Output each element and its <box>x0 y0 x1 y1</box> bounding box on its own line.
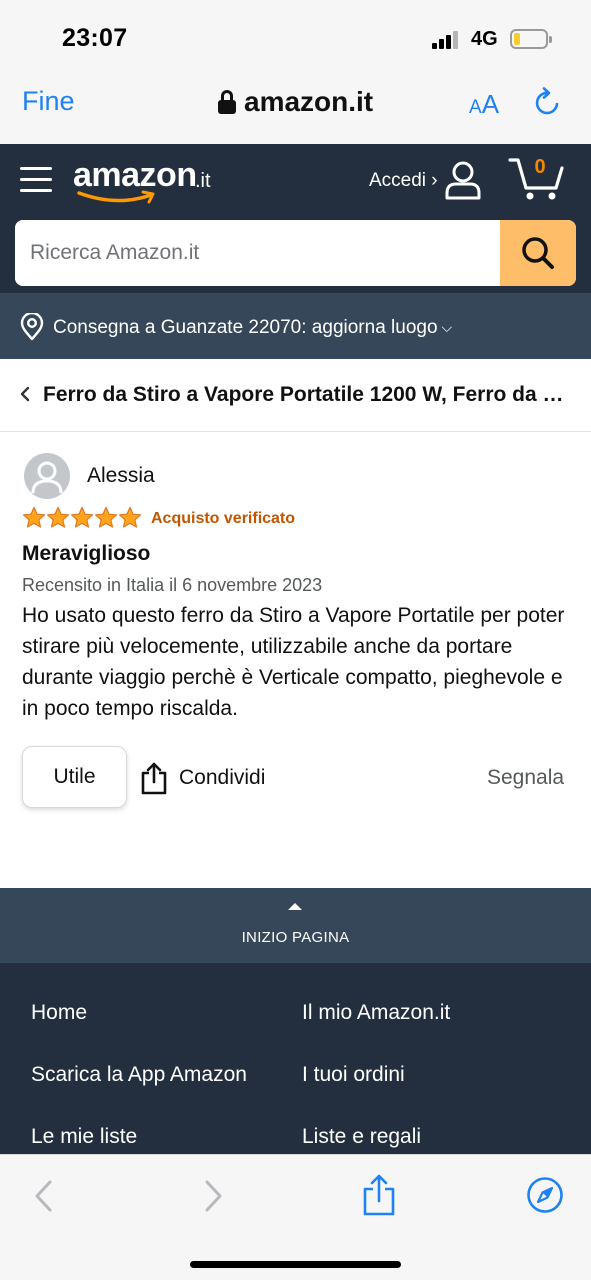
delivery-label: Consegna a Guanzate 22070: aggiorna luog… <box>53 317 438 338</box>
review-title: Meraviglioso <box>22 542 151 565</box>
reviewer-name: Alessia <box>87 464 155 487</box>
delivery-location-bar[interactable]: Consegna a Guanzate 22070: aggiorna luog… <box>0 293 591 359</box>
helpful-button[interactable]: Utile <box>22 746 127 808</box>
search-icon <box>522 237 554 269</box>
search-bar <box>15 220 576 286</box>
share-icon[interactable] <box>361 1173 397 1217</box>
avatar <box>24 453 70 499</box>
footer-link-home[interactable]: Home <box>31 1001 87 1025</box>
star-rating <box>22 506 144 532</box>
text-size-button[interactable]: AA <box>469 89 499 120</box>
url-bar[interactable]: amazon.it <box>218 85 373 119</box>
footer-link-app[interactable]: Scarica la App Amazon <box>31 1063 247 1087</box>
done-button[interactable]: Fine <box>22 86 75 117</box>
compass-icon[interactable] <box>526 1176 564 1214</box>
lock-icon <box>218 90 236 114</box>
battery-icon <box>510 29 552 49</box>
star-icon <box>95 506 117 528</box>
text-size-large-glyph: A <box>481 89 500 119</box>
back-to-top-label: INIZIO PAGINA <box>241 929 350 946</box>
chevron-down-icon: ⌵ <box>441 319 453 335</box>
product-breadcrumb[interactable]: Ferro da Stiro a Vapore Portatile 1200 W… <box>0 359 591 432</box>
footer-link-orders[interactable]: I tuoi ordini <box>302 1063 405 1087</box>
text-size-small-glyph: A <box>469 97 482 118</box>
signin-link[interactable]: Accedi › <box>369 170 438 192</box>
review-date: Recensito in Italia il 6 novembre 2023 <box>22 575 323 595</box>
star-icon <box>119 506 141 528</box>
chevron-left-icon <box>20 386 30 402</box>
network-label: 4G <box>471 28 498 50</box>
default-avatar-icon <box>31 461 63 494</box>
menu-icon[interactable] <box>20 164 52 194</box>
footer-link-my-amazon[interactable]: Il mio Amazon.it <box>302 1001 450 1025</box>
share-icon <box>141 762 167 795</box>
user-icon[interactable] <box>444 160 482 200</box>
search-input[interactable] <box>15 220 500 286</box>
logo-smile-icon <box>77 190 155 204</box>
back-to-top[interactable]: INIZIO PAGINA <box>0 888 591 963</box>
star-icon <box>23 506 45 528</box>
share-label: Condividi <box>179 766 266 789</box>
location-pin-icon <box>20 313 44 341</box>
status-time: 23:07 <box>62 24 128 52</box>
signal-icon <box>432 31 462 49</box>
logo-tld: .it <box>195 170 211 192</box>
footer-links: Home Il mio Amazon.it Scarica la App Ama… <box>0 963 591 1163</box>
delivery-text: Consegna a Guanzate 22070: aggiorna luog… <box>53 317 452 339</box>
reload-icon[interactable] <box>533 87 563 117</box>
footer-link-registry[interactable]: Liste e regali <box>302 1125 421 1149</box>
home-indicator <box>190 1261 401 1268</box>
amazon-logo[interactable]: amazon .it <box>73 156 223 206</box>
cart-count: 0 <box>534 156 546 178</box>
star-icon <box>47 506 69 528</box>
review-body: Ho usato questo ferro da Stiro a Vapore … <box>22 604 565 720</box>
search-button[interactable] <box>500 220 576 286</box>
product-title: Ferro da Stiro a Vapore Portatile 1200 W… <box>43 383 573 406</box>
verified-purchase-badge[interactable]: Acquisto verificato <box>151 510 295 528</box>
forward-arrow-icon[interactable] <box>203 1179 225 1213</box>
safari-bottom-toolbar <box>0 1154 591 1280</box>
share-review-button[interactable]: Condividi <box>140 760 265 796</box>
caret-up-icon <box>288 903 302 910</box>
status-bar: 23:07 4G <box>0 0 591 70</box>
report-link[interactable]: Segnala <box>487 766 564 790</box>
star-icon <box>71 506 93 528</box>
back-arrow-icon[interactable] <box>32 1179 54 1213</box>
url-text: amazon.it <box>244 86 374 117</box>
footer-link-lists[interactable]: Le mie liste <box>31 1125 137 1149</box>
screen: 23:07 4G Fine amazon.it AA amazon .it Ac… <box>0 0 591 1280</box>
safari-top-bar: Fine amazon.it AA <box>0 70 591 144</box>
